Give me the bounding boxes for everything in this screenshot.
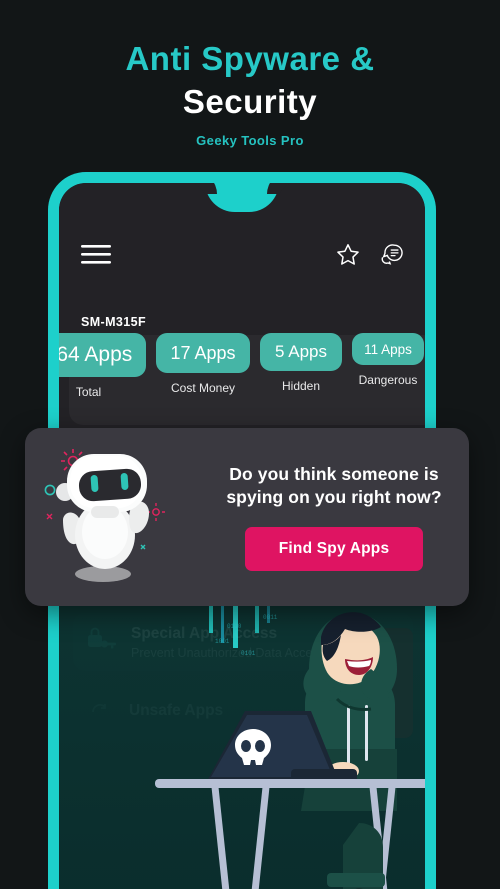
spy-apps-dialog: Do you think someone is spying on you ri…	[25, 428, 469, 606]
stat-cost-money[interactable]: 17 Apps Cost Money	[156, 333, 250, 395]
promo-title-line2: Security	[182, 82, 318, 120]
stat-label: Dangerous	[358, 373, 418, 387]
stat-value: 5 Apps	[260, 333, 342, 371]
app-bar	[59, 231, 425, 283]
dialog-body: Do you think someone is spying on you ri…	[205, 463, 463, 572]
promo-subtitle: Geeky Tools Pro	[196, 133, 304, 149]
svg-text:0011: 0011	[263, 614, 278, 621]
stats-row: 464 Apps Total 17 Apps Cost Money 5 Apps…	[59, 333, 425, 399]
promo-header: Anti Spyware & Security Geeky Tools Pro	[0, 0, 500, 172]
find-spy-apps-button[interactable]: Find Spy Apps	[244, 527, 424, 572]
stat-value: 11 Apps	[352, 333, 424, 365]
dialog-artwork	[25, 428, 205, 606]
device-model-label: SM-M315F	[81, 315, 147, 329]
stat-total[interactable]: 464 Apps Total	[59, 333, 146, 399]
stat-label: Total	[75, 385, 102, 399]
promo-title-line1: Anti Spyware &	[125, 40, 375, 77]
stat-label: Hidden	[281, 379, 321, 393]
robot-mascot-icon	[44, 449, 165, 582]
screenshot-root: Anti Spyware & Security Geeky Tools Pro	[0, 0, 500, 889]
hacker-illustration: 10110110 11010011 10010101	[59, 433, 425, 889]
stat-value: 464 Apps	[59, 333, 146, 377]
chat-bubble-icon[interactable]	[377, 242, 403, 273]
stat-hidden[interactable]: 5 Apps Hidden	[260, 333, 342, 393]
svg-text:0101: 0101	[241, 650, 256, 657]
app-bar-actions	[335, 242, 403, 273]
dialog-question: Do you think someone is spying on you ri…	[226, 463, 442, 507]
svg-text:0110: 0110	[227, 623, 242, 630]
stat-value: 17 Apps	[156, 333, 250, 373]
stat-label: Cost Money	[170, 381, 236, 395]
star-outline-icon[interactable]	[335, 242, 361, 273]
stat-dangerous[interactable]: 11 Apps Dangerous	[352, 333, 424, 387]
hamburger-menu-icon[interactable]	[81, 244, 111, 271]
phone-notch	[205, 183, 279, 212]
svg-text:1001: 1001	[215, 638, 230, 645]
